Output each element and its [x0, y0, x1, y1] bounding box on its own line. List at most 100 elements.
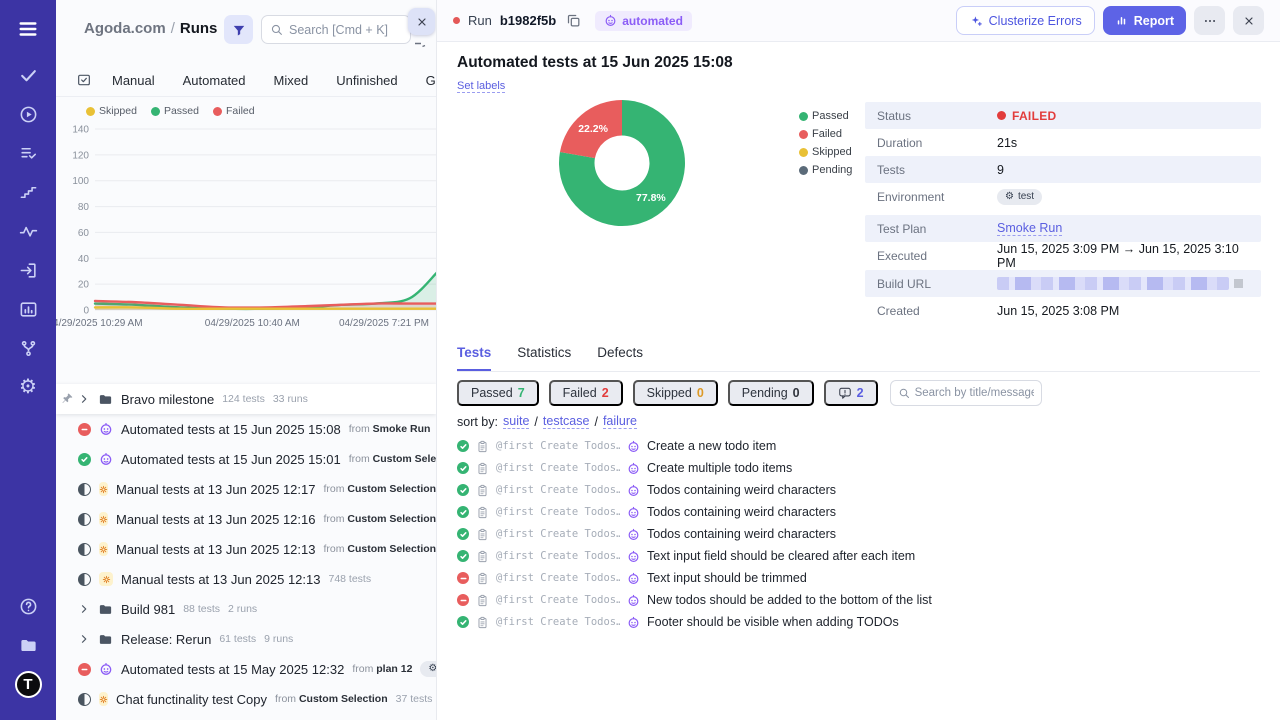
run-row[interactable]: Chat functinality test Copy from Custom S…: [56, 684, 436, 714]
status-value: FAILED: [997, 109, 1056, 123]
sidebar-item-analytics[interactable]: [13, 294, 43, 324]
tab-unfinished[interactable]: Unfinished: [322, 73, 411, 88]
run-title: Manual tests at 13 Jun 2025 12:13: [121, 571, 321, 587]
legend-dot: [799, 165, 808, 175]
sidebar-item-test-plans[interactable]: [13, 138, 43, 168]
tab-tests[interactable]: Tests: [457, 345, 492, 371]
folder-row[interactable]: Release: Rerun 61 tests 9 runs: [56, 624, 436, 654]
run-meta: 2 runs: [228, 603, 258, 615]
test-suite: @first Create Todos…: [496, 484, 620, 496]
sidebar-item-steps[interactable]: [13, 177, 43, 207]
run-row[interactable]: Manual tests at 13 Jun 2025 12:16 from Cu…: [56, 504, 436, 534]
sidebar-item-projects[interactable]: [13, 630, 43, 660]
chevron-right-icon: [78, 603, 90, 615]
copy-icon[interactable]: [566, 13, 581, 28]
clusterize-errors-label: Clusterize Errors: [988, 13, 1082, 28]
test-row[interactable]: @first Create Todos… Create multiple todo…: [457, 457, 1270, 479]
tab-automated[interactable]: Automated: [169, 73, 260, 88]
sidebar-item-runs[interactable]: [13, 99, 43, 129]
filter-icon: [232, 23, 246, 37]
filter-count: 7: [517, 386, 525, 400]
filter-button[interactable]: [224, 15, 253, 44]
test-row[interactable]: @first Create Todos… Todos containing wei…: [457, 479, 1270, 501]
info-text: 21s: [997, 135, 1018, 150]
close-run-button[interactable]: [1233, 6, 1264, 35]
folder-row[interactable]: Build 981 88 tests 2 runs: [56, 594, 436, 624]
more-button[interactable]: [1194, 6, 1225, 35]
test-row[interactable]: @first Create Todos… Text input field sho…: [457, 545, 1270, 567]
tab-mixed[interactable]: Mixed: [260, 73, 323, 88]
robot-icon: [627, 440, 640, 453]
info-label: Tests: [877, 162, 906, 177]
sort-option-failure[interactable]: failure: [602, 414, 637, 429]
tests-list: @first Create Todos… Create a new todo it…: [457, 435, 1270, 633]
run-label: Run: [468, 13, 492, 28]
manual-run-icon: [99, 692, 108, 706]
set-labels-link[interactable]: Set labels: [457, 80, 506, 93]
svg-text:20: 20: [78, 280, 90, 291]
filter-failed[interactable]: Failed 2: [548, 380, 623, 406]
info-value: ⚙ test: [997, 188, 1261, 205]
run-row[interactable]: Manual tests at 13 Jun 2025 12:13 from Cu…: [56, 534, 436, 564]
tab-groups[interactable]: Groups: [412, 73, 436, 88]
folder-row[interactable]: Bravo milestone 124 tests 33 runs: [56, 384, 436, 414]
sidebar-item-import[interactable]: [13, 255, 43, 285]
test-filters: Passed 7 Failed 2 Skipped 0 Pending 0 2: [457, 380, 1042, 406]
legend-label: Skipped: [99, 105, 137, 117]
info-label: Build URL: [877, 276, 932, 291]
run-row[interactable]: Manual tests at 13 Jun 2025 12:13 748 tes…: [56, 564, 436, 594]
sidebar-item-branches[interactable]: [13, 333, 43, 363]
sidebar: ⚙ T: [0, 0, 56, 720]
filter-label: Pending: [741, 386, 788, 400]
status-passed-icon: [457, 440, 469, 452]
test-row[interactable]: @first Create Todos… Text input should be…: [457, 567, 1270, 589]
report-button[interactable]: Report: [1102, 6, 1186, 35]
run-detail-body: Automated tests at 15 Jun 2025 15:08 Set…: [437, 42, 1280, 720]
test-suite: @first Create Todos…: [496, 572, 620, 584]
legend-label: Pending: [812, 164, 853, 176]
sidebar-item-logo[interactable]: T: [13, 669, 43, 699]
info-text: Jun 15, 2025 3:09 PM → Jun 15, 2025 3:10…: [997, 242, 1239, 270]
info-value: Jun 15, 2025 3:09 PM → Jun 15, 2025 3:10…: [997, 242, 1261, 270]
test-row[interactable]: @first Create Todos… New todos should be …: [457, 589, 1270, 611]
breadcrumb-project[interactable]: Agoda.com: [84, 20, 166, 37]
sidebar-item-menu[interactable]: [13, 14, 43, 44]
detail-tabs: Tests Statistics Defects: [457, 345, 1260, 372]
sort-option-suite[interactable]: suite: [503, 414, 530, 429]
tests-icon: [19, 66, 38, 85]
sort-option-testcase[interactable]: testcase: [542, 414, 590, 429]
run-row[interactable]: Manual tests at 13 Jun 2025 12:17 from Cu…: [56, 474, 436, 504]
sidebar-item-pulse[interactable]: [13, 216, 43, 246]
test-row[interactable]: @first Create Todos… Todos containing wei…: [457, 523, 1270, 545]
tab-manual[interactable]: Manual: [98, 73, 169, 88]
sidebar-item-settings[interactable]: ⚙: [13, 372, 43, 402]
run-meta: 748 tests: [328, 573, 372, 585]
tests-search-input[interactable]: [914, 387, 1034, 399]
filter-skipped[interactable]: Skipped 0: [632, 380, 718, 406]
manual-run-icon: [99, 572, 113, 586]
sidebar-item-tests[interactable]: [13, 60, 43, 90]
test-plan-link[interactable]: Smoke Run: [997, 221, 1063, 236]
sidebar-item-help[interactable]: [13, 591, 43, 621]
filter-comments[interactable]: 2: [823, 380, 878, 406]
run-row[interactable]: Automated tests at 15 May 2025 12:32 from…: [56, 654, 436, 684]
steps-icon: [19, 183, 38, 202]
test-title: Text input should be trimmed: [647, 571, 807, 585]
test-row[interactable]: @first Create Todos… Todos containing wei…: [457, 501, 1270, 523]
test-row[interactable]: @first Create Todos… Footer should be vis…: [457, 611, 1270, 633]
panel-close-button[interactable]: [408, 8, 435, 35]
test-row[interactable]: @first Create Todos… Create a new todo it…: [457, 435, 1270, 457]
tab-statistics[interactable]: Statistics: [517, 345, 571, 371]
filter-pending[interactable]: Pending 0: [727, 380, 814, 406]
runs-search-input[interactable]: [289, 22, 402, 37]
info-row-executed: Executed Jun 15, 2025 3:09 PM → Jun 15, 2…: [865, 242, 1261, 270]
run-detail-topbar: Run b1982f5b automated Clusterize Errors…: [437, 0, 1280, 42]
run-row[interactable]: Automated tests at 15 Jun 2025 15:08 from…: [56, 414, 436, 444]
filter-passed[interactable]: Passed 7: [457, 380, 539, 406]
run-meta: 37 tests: [395, 693, 433, 705]
tab-defects[interactable]: Defects: [597, 345, 643, 371]
run-source: from Smoke Run: [348, 423, 431, 435]
clusterize-errors-button[interactable]: Clusterize Errors: [955, 6, 1095, 35]
run-row[interactable]: Automated tests at 15 Jun 2025 15:01 from…: [56, 444, 436, 474]
svg-text:0: 0: [83, 306, 89, 317]
